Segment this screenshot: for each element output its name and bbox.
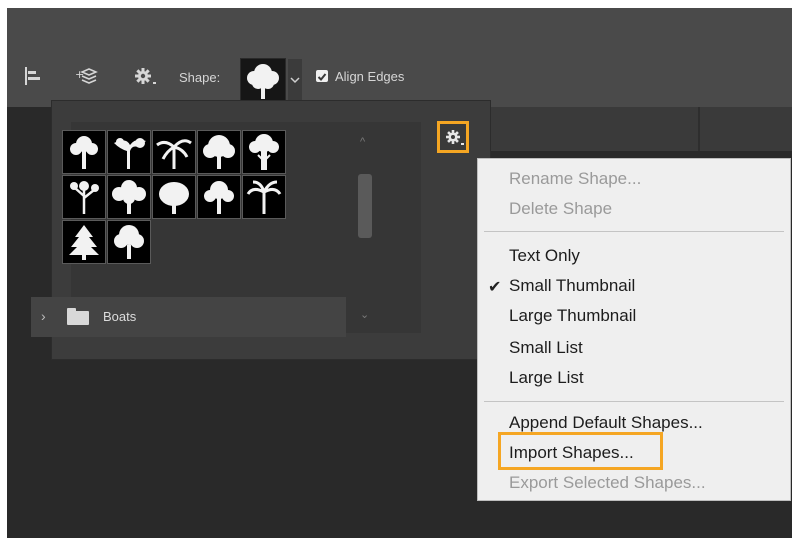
menu-item-large-list[interactable]: Large List	[509, 368, 584, 388]
shape-thumbnail[interactable]	[62, 130, 106, 174]
tree-shape-icon	[203, 135, 235, 169]
scroll-up-icon[interactable]: ^	[360, 136, 365, 148]
shape-thumbnail[interactable]	[152, 175, 196, 219]
tree-shape-icon	[204, 181, 234, 214]
tree-shape-icon	[114, 225, 144, 259]
chevron-right-icon[interactable]: ›	[41, 308, 46, 324]
shape-thumbnail[interactable]	[62, 175, 106, 219]
menu-item-append-default-shapes[interactable]: Append Default Shapes...	[509, 413, 703, 433]
tree-shape-icon	[112, 180, 146, 214]
tree-shape-icon	[70, 136, 98, 169]
title-bar	[7, 8, 792, 45]
tree-shape-icon	[114, 138, 146, 169]
folder-row-boats[interactable]: › Boats	[31, 297, 346, 337]
menu-item-small-thumbnail[interactable]: Small Thumbnail	[509, 276, 635, 296]
shape-list-scrollbar[interactable]: ^ ⌄	[354, 136, 376, 326]
shape-label: Shape:	[179, 70, 221, 85]
tree-shape-icon	[246, 180, 282, 214]
align-left-icon[interactable]	[24, 67, 42, 85]
menu-separator	[484, 231, 784, 232]
shape-settings-button[interactable]	[437, 121, 469, 153]
menu-item-rename-shape[interactable]: Rename Shape...	[509, 169, 641, 189]
tree-shape-icon	[69, 225, 99, 260]
folder-label: Boats	[103, 309, 137, 324]
transform-icon[interactable]: +	[75, 67, 99, 85]
checkmark-icon	[317, 73, 327, 81]
import-shapes-highlight	[498, 432, 663, 470]
folder-icon	[67, 308, 89, 325]
svg-text:+: +	[75, 68, 84, 81]
shape-thumbnail[interactable]	[152, 130, 196, 174]
shape-thumbnail[interactable]	[242, 130, 286, 174]
scroll-thumb[interactable]	[358, 174, 372, 238]
shape-thumbnail[interactable]	[62, 220, 106, 264]
shape-settings-menu: Rename Shape... Delete Shape Text Only ✔…	[477, 158, 791, 501]
shape-preview-button[interactable]	[240, 58, 286, 104]
app-window: + Shape: Align Edges › Boats ^ ⌄ Rename …	[7, 8, 792, 538]
tree-shape-icon	[159, 182, 189, 214]
shape-thumbnail[interactable]	[197, 130, 241, 174]
align-edges-checkbox[interactable]	[316, 70, 328, 82]
menu-item-text-only[interactable]: Text Only	[509, 246, 580, 266]
tree-shape-icon	[249, 134, 279, 170]
chevron-down-icon	[290, 77, 300, 84]
shape-thumbnail[interactable]	[242, 175, 286, 219]
gear-icon[interactable]	[134, 67, 158, 85]
menu-separator	[484, 401, 784, 402]
menu-item-export-selected-shapes[interactable]: Export Selected Shapes...	[509, 473, 706, 493]
shape-thumbnail[interactable]	[107, 130, 151, 174]
scroll-down-icon[interactable]: ⌄	[360, 308, 369, 321]
gear-icon	[446, 130, 464, 145]
tree-shape-icon	[156, 139, 192, 169]
menu-item-large-thumbnail[interactable]: Large Thumbnail	[509, 306, 636, 326]
checkmark-icon: ✔	[488, 279, 502, 296]
align-edges-label: Align Edges	[335, 69, 405, 84]
document-tab-strip	[490, 107, 792, 151]
tree-shape-icon	[70, 181, 99, 214]
tab-divider	[698, 107, 700, 151]
menu-item-delete-shape[interactable]: Delete Shape	[509, 199, 612, 219]
shape-thumbnail[interactable]	[197, 175, 241, 219]
shape-thumbnail[interactable]	[107, 175, 151, 219]
shape-thumbnail[interactable]	[107, 220, 151, 264]
tree-shape-icon	[247, 64, 279, 99]
options-bar: + Shape: Align Edges	[7, 45, 792, 107]
menu-item-small-list[interactable]: Small List	[509, 338, 583, 358]
shape-dropdown-button[interactable]	[288, 59, 302, 101]
